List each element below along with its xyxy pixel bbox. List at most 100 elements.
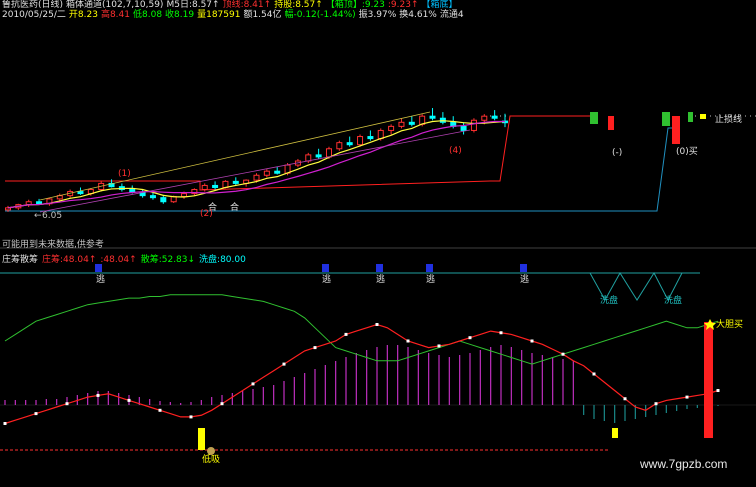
zhuang-chou-point — [437, 344, 441, 348]
candle-body — [274, 170, 281, 174]
zhuang-chou-point — [220, 402, 224, 406]
box-bottom-line — [5, 127, 680, 212]
signal-block-green-2 — [662, 112, 670, 126]
zhuang-chou-point — [3, 422, 7, 425]
indicator-header: 庄筹散筹 庄筹:48.04↑:48.04↑ 散筹:52.83↓ 洗盘:80.00 — [2, 252, 250, 265]
wash-label-1: 洗盘 — [600, 294, 618, 306]
zhuang-chou-point — [654, 402, 658, 406]
signal-he-2: 合 — [230, 201, 239, 213]
zhuang-chou-point — [530, 339, 534, 343]
signal-block-green-3 — [688, 112, 693, 122]
candle-body — [408, 121, 415, 125]
signal-block-red-2 — [672, 116, 680, 144]
candle-body — [201, 184, 208, 191]
zhuang-chou-point — [344, 332, 348, 336]
stop-loss-marker — [700, 114, 706, 119]
zhuang-chou-point — [251, 382, 255, 386]
escape-marker-4 — [426, 264, 433, 272]
indicator-header-item-4: 洗盘:80.00 — [199, 255, 246, 265]
zhuang-chou-point — [65, 402, 69, 406]
box-top-line — [5, 115, 590, 191]
wash-label-2: 洗盘 — [664, 294, 682, 306]
signal-block-red-1 — [608, 116, 614, 130]
candle-body — [77, 191, 84, 195]
zhuang-chou-point — [34, 412, 38, 416]
candle-body — [481, 115, 488, 121]
zhuang-chou-point — [623, 397, 627, 401]
escape-label-2: 逃 — [322, 273, 331, 285]
big-buy-label: 大胆买 — [716, 318, 743, 330]
candle-body — [429, 115, 436, 119]
escape-marker-3 — [376, 264, 383, 272]
zhuang-chou-point — [189, 415, 193, 419]
candle-body — [232, 180, 239, 184]
watermark: www.7gpzb.com — [640, 457, 728, 471]
candle-body — [491, 115, 498, 119]
zhuang-chou-point — [127, 398, 131, 402]
low-buy-label: 低吸 — [202, 453, 220, 465]
low-buy-bar — [198, 428, 205, 450]
trend-line-lower — [39, 129, 471, 213]
candle-body — [263, 170, 270, 176]
price-and-indicator-chart: 6.05 ← 合 合 (1) (2) (4) (-) (0)买 止损线 逃 逃 … — [0, 108, 756, 465]
zhuang-chou-point — [375, 323, 379, 326]
candle-body — [377, 129, 384, 140]
candle-body — [470, 119, 477, 131]
candle-body — [181, 193, 188, 197]
low-buy-bar-2 — [612, 428, 618, 438]
future-data-note: 可能用到未来数据,供参考 — [2, 240, 104, 250]
candle-body — [212, 184, 219, 188]
candle-body — [336, 142, 343, 150]
ma10-line — [7, 120, 506, 209]
chart-window: 鲁抗医药(日线) 箱体通道(102,7,10,59) M5日:8.57↑ 顶线:8.4… — [0, 0, 756, 487]
zhuang-chou-point — [313, 346, 317, 350]
zhuang-chou-point — [592, 372, 596, 376]
indicator-histogram — [4, 345, 719, 423]
zhuang-chou-point — [406, 339, 410, 343]
mark-4: (4) — [449, 146, 462, 156]
zhuang-chou-point — [685, 395, 689, 399]
mark-paren: (-) — [612, 148, 622, 158]
candle-body — [149, 195, 156, 199]
low-buy-icon — [207, 447, 215, 455]
zhuang-chou-point — [96, 393, 100, 397]
candle-body — [460, 125, 467, 131]
moving-averages — [7, 111, 506, 213]
candle-body — [36, 201, 43, 205]
mark-2: (2) — [200, 209, 213, 219]
indicator-header-item-1: 庄筹:48.04↑ — [42, 255, 97, 265]
candle-body — [160, 197, 167, 203]
price-low-arrow: ← — [34, 211, 42, 221]
zhuang-chou-point — [158, 408, 162, 412]
signal-block-green-1 — [590, 112, 598, 124]
zhuang-chou-point — [561, 352, 565, 356]
candle-body — [346, 142, 353, 146]
escape-marker-1 — [95, 264, 102, 272]
stop-loss-label: 止损线 — [715, 113, 742, 125]
candle-body — [388, 125, 395, 131]
escape-marker-5 — [520, 264, 527, 272]
candle-body — [253, 174, 260, 181]
big-buy-bar — [704, 322, 713, 438]
candle-body — [398, 121, 405, 127]
escape-label-1: 逃 — [96, 273, 105, 285]
candle-body — [367, 136, 374, 140]
indicator-header-item-2: :48.04↑ — [100, 255, 137, 265]
price-low-label: 6.05 — [42, 211, 62, 221]
candle-body — [305, 154, 312, 162]
escape-label-5: 逃 — [520, 273, 529, 285]
escape-label-4: 逃 — [426, 273, 435, 285]
zhuang-chou-point — [499, 331, 503, 335]
candle-body — [325, 148, 332, 158]
candle-body — [357, 136, 364, 146]
trend-line-upper — [39, 111, 431, 201]
escape-marker-2 — [322, 264, 329, 272]
candle-body — [315, 154, 322, 158]
escape-label-3: 逃 — [376, 273, 385, 285]
ma5-line — [7, 120, 506, 209]
zhuang-chou-point — [468, 336, 472, 340]
zhuang-chou-point — [282, 362, 286, 366]
mark-1a: (1) — [118, 169, 131, 179]
indicator-lines — [3, 294, 720, 425]
indicator-header-item-0: 庄筹散筹 — [2, 255, 39, 265]
